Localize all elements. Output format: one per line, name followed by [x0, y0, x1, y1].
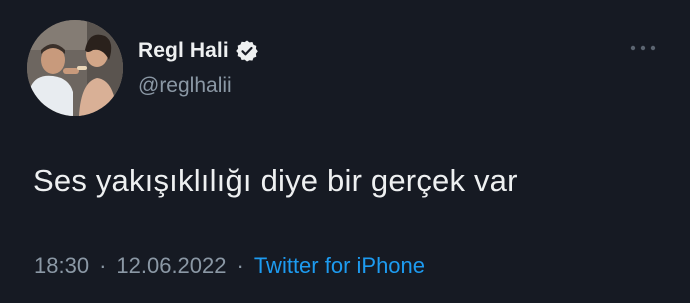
author-name-row: Regl Hali	[138, 36, 259, 66]
meta-separator: ·	[99, 253, 107, 278]
avatar-photo	[27, 20, 123, 116]
verified-badge-icon	[235, 39, 259, 63]
tweet-meta: 18:30 · 12.06.2022 · Twitter for iPhone	[34, 253, 425, 279]
author-handle[interactable]: @reglhalii	[138, 74, 232, 98]
meta-separator: ·	[236, 253, 244, 278]
tweet-text: Ses yakışıklılığı diye bir gerçek var	[33, 163, 518, 198]
more-dots-icon[interactable]	[628, 38, 658, 58]
tweet-source-link[interactable]: Twitter for iPhone	[254, 253, 425, 279]
author-display-name[interactable]: Regl Hali	[138, 39, 229, 63]
tweet-date[interactable]: 12.06.2022	[116, 253, 226, 279]
tweet-time[interactable]: 18:30	[34, 253, 89, 279]
avatar[interactable]	[27, 20, 123, 116]
